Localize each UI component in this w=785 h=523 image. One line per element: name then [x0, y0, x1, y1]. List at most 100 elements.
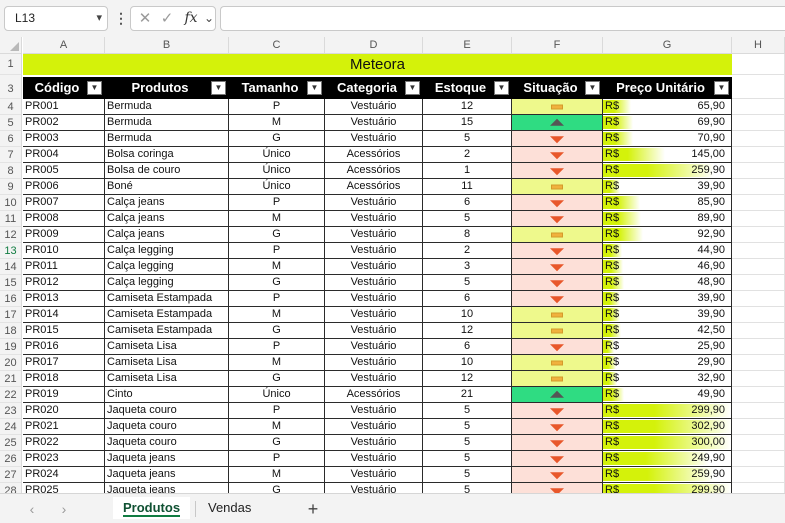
- product-name-cell[interactable]: Jaqueta couro: [105, 419, 229, 434]
- status-cell[interactable]: [512, 419, 603, 434]
- category-cell[interactable]: Vestuário: [325, 419, 423, 434]
- product-code-cell[interactable]: PR010: [23, 243, 105, 258]
- category-cell[interactable]: Vestuário: [325, 131, 423, 146]
- price-cell[interactable]: R$ 39,90: [603, 307, 732, 322]
- row-header-20[interactable]: 20: [0, 355, 22, 371]
- product-code-cell[interactable]: PR015: [23, 323, 105, 338]
- stock-cell[interactable]: 10: [423, 307, 512, 322]
- table-row[interactable]: PR012 Calça legging G Vestuário 5 R$ 48,90: [23, 275, 732, 291]
- column-header-e[interactable]: E: [423, 37, 512, 54]
- stock-cell[interactable]: 5: [423, 483, 512, 493]
- table-row[interactable]: PR021 Jaqueta couro M Vestuário 5 R$ 302,90: [23, 419, 732, 435]
- row-header-25[interactable]: 25: [0, 435, 22, 451]
- insert-function-icon[interactable]: fx: [181, 7, 201, 30]
- row-header-9[interactable]: 9: [0, 179, 22, 195]
- table-row[interactable]: PR006 Boné Único Acessórios 11 R$ 39,90: [23, 179, 732, 195]
- filter-dropdown-icon[interactable]: ▼: [405, 81, 420, 95]
- table-row[interactable]: PR022 Jaqueta couro G Vestuário 5 R$ 300,00: [23, 435, 732, 451]
- size-cell[interactable]: G: [229, 131, 325, 146]
- size-cell[interactable]: P: [229, 291, 325, 306]
- category-cell[interactable]: Vestuário: [325, 243, 423, 258]
- size-cell[interactable]: Único: [229, 163, 325, 178]
- column-header-g[interactable]: G: [603, 37, 732, 54]
- status-cell[interactable]: [512, 467, 603, 482]
- table-row[interactable]: PR023 Jaqueta jeans P Vestuário 5 R$ 249,90: [23, 451, 732, 467]
- product-code-cell[interactable]: PR023: [23, 451, 105, 466]
- product-code-cell[interactable]: PR016: [23, 339, 105, 354]
- table-row[interactable]: PR003 Bermuda G Vestuário 5 R$ 70,90: [23, 131, 732, 147]
- table-row[interactable]: PR001 Bermuda P Vestuário 12 R$ 65,90: [23, 99, 732, 115]
- price-cell[interactable]: R$ 259,90: [603, 163, 732, 178]
- table-title-banner[interactable]: Meteora: [23, 54, 732, 75]
- category-cell[interactable]: Vestuário: [325, 307, 423, 322]
- status-cell[interactable]: [512, 179, 603, 194]
- stock-cell[interactable]: 2: [423, 147, 512, 162]
- row-header-24[interactable]: 24: [0, 419, 22, 435]
- product-name-cell[interactable]: Calça jeans: [105, 211, 229, 226]
- category-cell[interactable]: Acessórios: [325, 147, 423, 162]
- enter-icon[interactable]: ✓: [157, 7, 177, 30]
- stock-cell[interactable]: 11: [423, 179, 512, 194]
- status-cell[interactable]: [512, 451, 603, 466]
- status-cell[interactable]: [512, 259, 603, 274]
- size-cell[interactable]: G: [229, 371, 325, 386]
- status-cell[interactable]: [512, 195, 603, 210]
- product-name-cell[interactable]: Camiseta Estampada: [105, 323, 229, 338]
- size-cell[interactable]: P: [229, 403, 325, 418]
- filter-dropdown-icon[interactable]: ▼: [714, 81, 729, 95]
- product-name-cell[interactable]: Jaqueta couro: [105, 435, 229, 450]
- tab-vendas[interactable]: Vendas: [198, 497, 261, 519]
- product-code-cell[interactable]: PR021: [23, 419, 105, 434]
- row-header-16[interactable]: 16: [0, 291, 22, 307]
- product-name-cell[interactable]: Bolsa de couro: [105, 163, 229, 178]
- price-cell[interactable]: R$ 39,90: [603, 291, 732, 306]
- price-cell[interactable]: R$ 69,90: [603, 115, 732, 130]
- stock-cell[interactable]: 8: [423, 227, 512, 242]
- row-header-11[interactable]: 11: [0, 211, 22, 227]
- stock-cell[interactable]: 10: [423, 355, 512, 370]
- select-all-button[interactable]: [0, 37, 22, 54]
- product-code-cell[interactable]: PR007: [23, 195, 105, 210]
- product-code-cell[interactable]: PR004: [23, 147, 105, 162]
- row-header-22[interactable]: 22: [0, 387, 22, 403]
- row-header-27[interactable]: 27: [0, 467, 22, 483]
- category-cell[interactable]: Vestuário: [325, 355, 423, 370]
- chevron-left-icon[interactable]: ‹: [22, 500, 42, 518]
- row-header-17[interactable]: 17: [0, 307, 22, 323]
- product-code-cell[interactable]: PR022: [23, 435, 105, 450]
- row-header-8[interactable]: 8: [0, 163, 22, 179]
- status-cell[interactable]: [512, 403, 603, 418]
- row-header-23[interactable]: 23: [0, 403, 22, 419]
- product-name-cell[interactable]: Cinto: [105, 387, 229, 402]
- stock-cell[interactable]: 5: [423, 403, 512, 418]
- category-cell[interactable]: Vestuário: [325, 291, 423, 306]
- row-header-19[interactable]: 19: [0, 339, 22, 355]
- price-cell[interactable]: R$ 300,00: [603, 435, 732, 450]
- stock-cell[interactable]: 5: [423, 451, 512, 466]
- stock-cell[interactable]: 6: [423, 339, 512, 354]
- price-cell[interactable]: R$ 65,90: [603, 99, 732, 114]
- product-name-cell[interactable]: Bermuda: [105, 131, 229, 146]
- size-cell[interactable]: M: [229, 355, 325, 370]
- row-header-6[interactable]: 6: [0, 131, 22, 147]
- stock-cell[interactable]: 5: [423, 275, 512, 290]
- stock-cell[interactable]: 21: [423, 387, 512, 402]
- price-cell[interactable]: R$ 85,90: [603, 195, 732, 210]
- product-name-cell[interactable]: Boné: [105, 179, 229, 194]
- filter-dropdown-icon[interactable]: ▼: [307, 81, 322, 95]
- category-cell[interactable]: Vestuário: [325, 483, 423, 493]
- size-cell[interactable]: P: [229, 243, 325, 258]
- row-header-14[interactable]: 14: [0, 259, 22, 275]
- product-name-cell[interactable]: Camiseta Lisa: [105, 339, 229, 354]
- product-code-cell[interactable]: PR012: [23, 275, 105, 290]
- row-header-13[interactable]: 13: [0, 243, 22, 259]
- size-cell[interactable]: Único: [229, 387, 325, 402]
- status-cell[interactable]: [512, 307, 603, 322]
- column-header-d[interactable]: D: [325, 37, 423, 54]
- row-header-12[interactable]: 12: [0, 227, 22, 243]
- size-cell[interactable]: G: [229, 323, 325, 338]
- table-row[interactable]: PR015 Camiseta Estampada G Vestuário 12 R$ 42,…: [23, 323, 732, 339]
- category-cell[interactable]: Vestuário: [325, 339, 423, 354]
- table-row[interactable]: PR018 Camiseta Lisa G Vestuário 12 R$ 32,90: [23, 371, 732, 387]
- row-header-21[interactable]: 21: [0, 371, 22, 387]
